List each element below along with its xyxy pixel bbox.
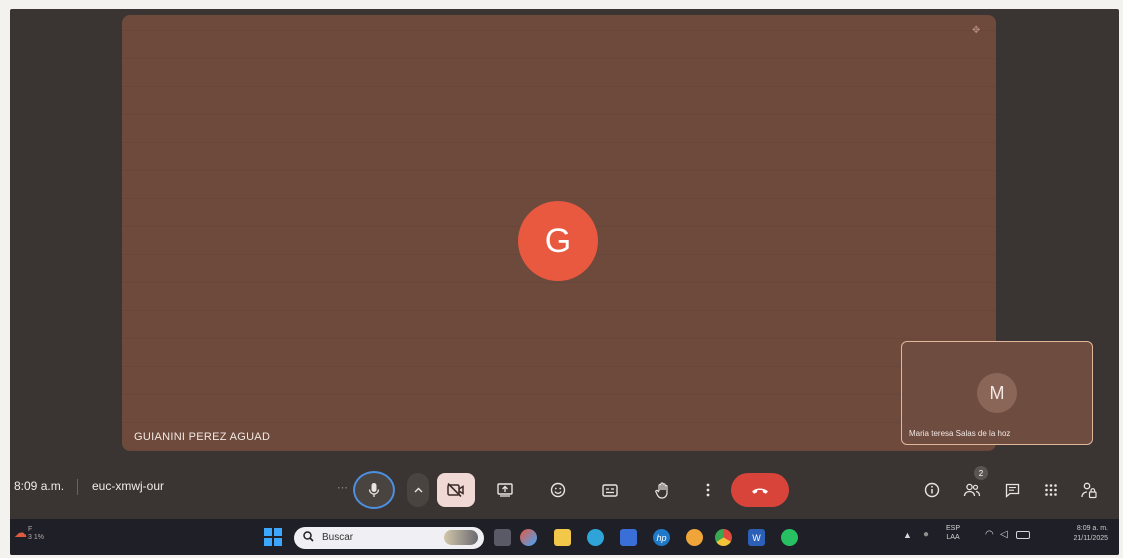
main-participant-avatar: G [518, 201, 598, 281]
task-view-icon[interactable] [494, 529, 511, 546]
emoji-icon [550, 482, 566, 498]
input-language-code: ESP [946, 525, 961, 532]
raise-hand-button[interactable] [647, 475, 677, 505]
more-options-button[interactable] [698, 475, 718, 505]
input-language-layout: LAA [946, 534, 960, 542]
meeting-time: 8:09 a.m. [14, 479, 65, 493]
chevron-up-icon [414, 487, 423, 493]
windows-logo-icon [264, 528, 272, 536]
weather-widget[interactable]: F 3 1% [28, 526, 44, 541]
edge-icon[interactable] [587, 529, 604, 546]
pin-icon[interactable]: ✥ [972, 25, 984, 37]
main-participant-name: GUIANINI PEREZ AGUAD [134, 431, 271, 443]
camera-off-icon [447, 483, 465, 497]
divider [77, 479, 78, 495]
hp-icon[interactable]: hp [653, 529, 670, 546]
raise-hand-icon [654, 481, 670, 499]
self-participant-avatar: M [977, 373, 1017, 413]
leave-call-button[interactable] [731, 473, 789, 507]
people-icon [963, 483, 981, 497]
reactions-button[interactable] [543, 475, 573, 505]
copilot-icon[interactable] [520, 529, 537, 546]
mic-button[interactable] [353, 471, 395, 509]
present-icon [497, 483, 513, 497]
mic-level-indicator: ⋯ [337, 482, 349, 494]
mic-icon [368, 482, 380, 498]
word-icon[interactable]: W [748, 529, 765, 546]
main-participant-tile[interactable]: ✥ G GUIANINI PEREZ AGUAD [122, 15, 996, 451]
captions-button[interactable] [595, 475, 625, 505]
weather-icon[interactable]: ☁ [14, 525, 27, 541]
activities-button[interactable] [1036, 475, 1066, 505]
self-view-tile[interactable]: M Maria teresa Salas de la hoz [901, 341, 1093, 445]
search-placeholder: Buscar [322, 532, 354, 543]
camera-button[interactable] [437, 473, 475, 507]
control-bar: 8:09 a.m. euc-xmwj-our ⋯ 2 [10, 465, 1119, 515]
host-controls-icon [1081, 482, 1097, 499]
taskbar-clock[interactable]: 8:09 a. m. 21/11/2025 [1052, 524, 1108, 544]
meeting-code[interactable]: euc-xmwj-our [92, 479, 164, 493]
chrome-icon[interactable] [715, 529, 732, 546]
activities-icon [1044, 483, 1058, 497]
self-participant-name: Maria teresa Salas de la hoz [909, 429, 1011, 438]
taskbar-search[interactable]: Buscar [294, 527, 484, 549]
clock-date: 21/11/2025 [1073, 534, 1108, 542]
chat-button[interactable] [997, 475, 1027, 505]
audio-options-button[interactable] [407, 473, 429, 507]
wifi-icon[interactable]: ◠ [985, 529, 994, 540]
present-button[interactable] [490, 475, 520, 505]
tray-mic-icon[interactable]: ● [923, 529, 929, 540]
tray-chevron-up-icon[interactable]: ▲ [903, 530, 912, 540]
host-controls-button[interactable] [1074, 475, 1104, 505]
file-explorer-icon[interactable] [554, 529, 571, 546]
meeting-details-button[interactable] [917, 475, 947, 505]
app-icon[interactable] [686, 529, 703, 546]
store-icon[interactable] [620, 529, 637, 546]
captions-icon [602, 483, 618, 497]
weather-detail: 3 1% [28, 533, 44, 541]
chat-icon [1005, 483, 1020, 498]
people-button[interactable] [957, 475, 987, 505]
start-button[interactable] [264, 528, 282, 546]
volume-icon[interactable]: ◁ [1000, 529, 1008, 540]
whatsapp-icon[interactable] [781, 529, 798, 546]
info-icon [924, 482, 940, 498]
windows-taskbar: ☁ F 3 1% Buscar hp W ▲ ● ESP LAA ◠ ◁ 8:0… [10, 519, 1119, 555]
more-vert-icon [706, 483, 710, 497]
clock-time: 8:09 a. m. [1076, 525, 1108, 532]
weather-temperature: F [28, 526, 33, 533]
meeting-window: ✥ G GUIANINI PEREZ AGUAD M Maria teresa … [10, 9, 1119, 555]
search-icon [303, 531, 314, 542]
search-highlight-image [444, 530, 478, 545]
input-language[interactable]: ESP LAA [946, 524, 960, 543]
end-call-icon [750, 485, 770, 495]
battery-icon[interactable] [1016, 531, 1030, 539]
